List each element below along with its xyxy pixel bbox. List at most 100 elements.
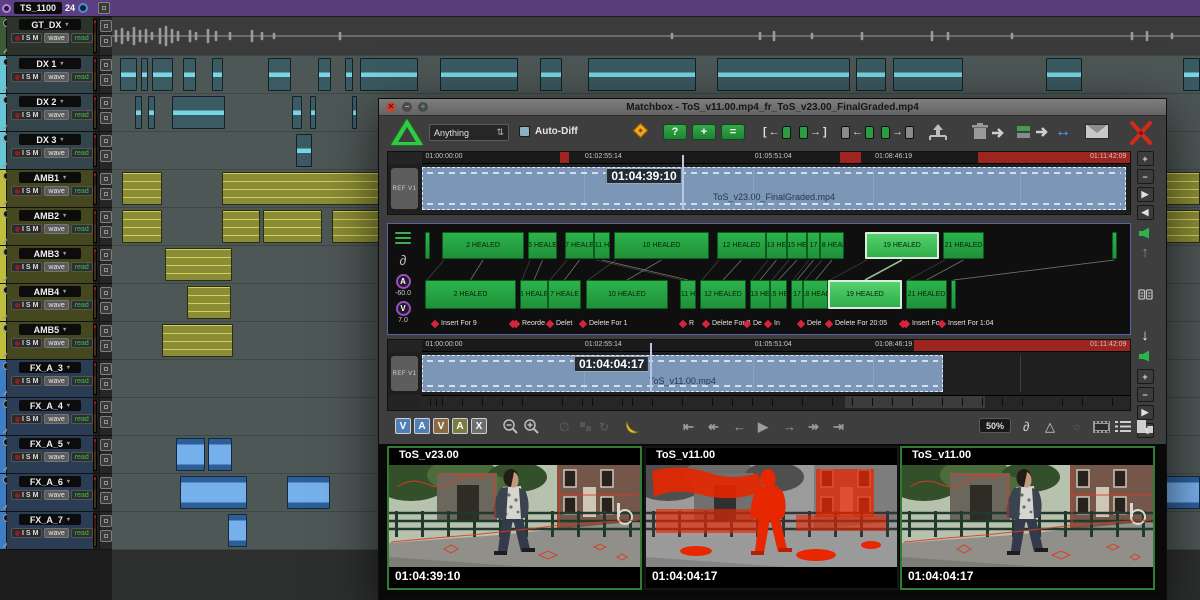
track-button-a[interactable]	[100, 211, 112, 223]
track-header-amb1[interactable]: AMB1▾ISMwaveread	[0, 170, 112, 208]
fast-forward-button[interactable]: ↠	[808, 418, 819, 436]
healed-segment[interactable]: 10 HEALED	[586, 280, 668, 309]
healed-segment[interactable]: 11 H	[594, 232, 610, 259]
track-menu-icon[interactable]: ▾	[63, 250, 66, 257]
track-button-b[interactable]	[100, 416, 112, 428]
record-icon[interactable]	[15, 493, 20, 498]
audio-clip[interactable]	[176, 438, 205, 471]
audio-clip[interactable]	[162, 324, 233, 357]
stream-toggle-v-0[interactable]: V	[395, 418, 411, 434]
goto-prev-edit-button[interactable]: [←	[763, 124, 791, 140]
audio-clip[interactable]	[856, 58, 886, 91]
rec-input-solo-mute-buttons[interactable]: ISM	[11, 338, 42, 348]
track-menu-icon[interactable]: ▾	[60, 136, 63, 143]
edit-marker[interactable]: Delete For 20:05	[826, 320, 887, 327]
rec-input-solo-mute-buttons[interactable]: ISM	[11, 110, 42, 120]
audio-clip[interactable]	[287, 476, 330, 509]
track-name[interactable]: AMB1▾	[19, 172, 81, 183]
track-button-a[interactable]	[100, 287, 112, 299]
healed-segment[interactable]: 7 HEALE	[548, 280, 581, 309]
rec-input-solo-mute-buttons[interactable]: ISM	[11, 300, 42, 310]
rec-input-solo-mute-buttons[interactable]: ISM	[11, 72, 42, 82]
track-menu-icon[interactable]: ▾	[67, 402, 70, 409]
audio-clip[interactable]	[1046, 58, 1082, 91]
record-icon[interactable]	[15, 151, 20, 156]
healed-segment[interactable]: 21 HEALED	[906, 280, 947, 309]
track-menu-icon[interactable]: ▾	[60, 60, 63, 67]
audio-clip[interactable]	[212, 58, 223, 91]
track-header-amb3[interactable]: AMB3▾ISMwaveread	[0, 246, 112, 284]
track-header-gt_dx[interactable]: GT_DX▾ISMwaveread	[0, 17, 112, 56]
zoom-window-icon[interactable]: +	[418, 102, 428, 112]
edit-marker[interactable]: De	[744, 320, 762, 327]
audio-clip[interactable]	[180, 476, 247, 509]
nudge-right-button[interactable]: ▶	[1137, 187, 1154, 202]
track-header-fx_a_5[interactable]: FX_A_5▾ISMwaveread	[0, 436, 112, 474]
speaker-icon[interactable]	[1138, 350, 1153, 362]
track-name[interactable]: DX 3▾	[19, 134, 81, 145]
add-button[interactable]: +	[692, 124, 716, 140]
scroll-down-icon[interactable]: ↓	[1141, 329, 1149, 343]
step-next-clip-button[interactable]: →	[881, 124, 914, 140]
track-name[interactable]: AMB2▾	[19, 210, 81, 221]
timecode-ruler[interactable]: 01:00:00:0001:02:55:1401:05:51:0401:08:4…	[422, 340, 1130, 352]
wave-view-button[interactable]: wave	[44, 72, 68, 82]
speaker-icon[interactable]	[1138, 227, 1153, 239]
stream-toggle-x-4[interactable]: X	[471, 418, 487, 434]
edit-marker[interactable]: R	[680, 320, 694, 327]
track-name[interactable]: FX_A_4▾	[19, 400, 81, 411]
track-button-b[interactable]	[100, 492, 112, 504]
delete-send-icon[interactable]	[971, 122, 1007, 142]
healed-segment[interactable]: 18 HEAL	[803, 280, 828, 309]
minimize-icon[interactable]: −	[402, 102, 412, 112]
audio-clip[interactable]	[893, 58, 963, 91]
automation-read-button[interactable]: read	[71, 338, 93, 348]
link-frames-icon[interactable]	[1138, 289, 1153, 300]
record-icon[interactable]	[15, 379, 20, 384]
track-button-b[interactable]	[100, 35, 112, 47]
audio-clip[interactable]	[360, 58, 418, 91]
edit-marker[interactable]: Dele	[798, 320, 821, 327]
audio-clip[interactable]	[540, 58, 562, 91]
audio-clip[interactable]	[222, 210, 260, 243]
track-menu-icon[interactable]: ▾	[63, 174, 66, 181]
segment-sliver[interactable]	[425, 232, 430, 259]
timecode-ruler[interactable]: 01:00:00:0001:02:55:1401:05:51:0401:08:4…	[422, 152, 1130, 164]
edit-marker[interactable]: Delet	[547, 320, 572, 327]
track-name[interactable]: AMB3▾	[19, 248, 81, 259]
audio-clip[interactable]	[208, 438, 232, 471]
track-menu-icon[interactable]: ▾	[63, 288, 66, 295]
audio-clip[interactable]	[152, 58, 173, 91]
healed-segment[interactable]: 21 HEALED	[943, 232, 984, 259]
segment-sliver[interactable]	[1112, 232, 1117, 259]
nudge-left-button[interactable]: ◀	[1137, 205, 1154, 220]
automation-read-button[interactable]: read	[71, 33, 93, 43]
track-name[interactable]: FX_A_3▾	[19, 362, 81, 373]
track-button-b[interactable]	[100, 188, 112, 200]
healed-segment[interactable]: 7 HEALE	[565, 232, 594, 259]
segment-sliver[interactable]	[951, 280, 956, 309]
track-button-a[interactable]	[100, 20, 112, 32]
wave-view-button[interactable]: wave	[44, 338, 68, 348]
automation-read-button[interactable]: read	[71, 414, 93, 424]
go-to-start-button[interactable]: ⇤	[683, 418, 694, 436]
edit-marker[interactable]: Insert Fo	[900, 320, 940, 327]
record-icon[interactable]	[15, 113, 20, 118]
window-titlebar[interactable]: ✕ − + Matchbox - ToS_v11.00.mp4_fr_ToS_v…	[379, 99, 1166, 116]
audio-clip[interactable]	[120, 58, 137, 91]
rec-input-solo-mute-buttons[interactable]: ISM	[11, 186, 42, 196]
record-icon[interactable]	[15, 265, 20, 270]
track-header-fx_a_3[interactable]: FX_A_3▾ISMwaveread	[0, 360, 112, 398]
track-menu-icon[interactable]: ▾	[67, 364, 70, 371]
wave-view-button[interactable]: wave	[44, 414, 68, 424]
automation-read-button[interactable]: read	[71, 72, 93, 82]
edit-marker[interactable]: In	[765, 320, 780, 327]
track-button-b[interactable]	[100, 454, 112, 466]
audio-clip[interactable]	[228, 514, 247, 547]
record-icon[interactable]	[15, 455, 20, 460]
zoom-in-button[interactable]: +	[1137, 369, 1154, 384]
wave-view-button[interactable]: wave	[44, 376, 68, 386]
track-menu-icon[interactable]: ▾	[65, 21, 68, 28]
viewer-1[interactable]: ToS_v23.0001:04:39:10	[387, 446, 642, 590]
zoom-in-icon[interactable]	[523, 418, 539, 435]
